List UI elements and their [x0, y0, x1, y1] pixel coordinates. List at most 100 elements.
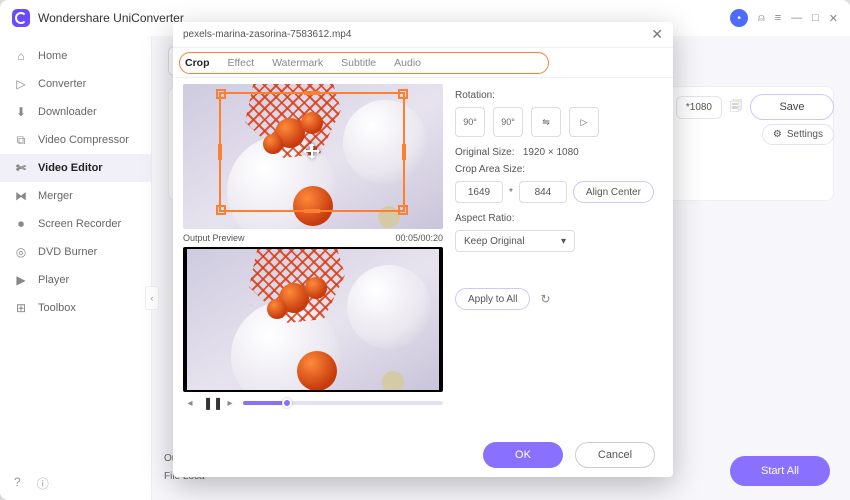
sidebar-item-label: Player [38, 274, 69, 286]
aspect-ratio-select[interactable]: Keep Original ▾ [455, 230, 575, 252]
crop-width-input[interactable] [455, 181, 503, 203]
dialog-filename: pexels-marina-zasorina-7583612.mp4 [183, 29, 351, 40]
source-preview[interactable] [183, 84, 443, 229]
help-icon[interactable]: ? [14, 475, 21, 492]
tab-effect[interactable]: Effect [228, 57, 255, 69]
headset-icon[interactable]: ⍝ [758, 12, 765, 25]
output-preview-label: Output Preview [183, 233, 245, 243]
sidebar-item-video-editor[interactable]: ✄ Video Editor [0, 154, 151, 182]
tab-watermark[interactable]: Watermark [272, 57, 323, 69]
home-icon: ⌂ [14, 49, 28, 63]
sidebar-item-label: Home [38, 50, 67, 62]
sidebar-item-label: DVD Burner [38, 246, 97, 258]
pause-button[interactable]: ❚❚ [203, 396, 217, 410]
dialog-body: Output Preview 00:05/00:20 ◂ ❚❚ ▸ [173, 78, 673, 433]
original-size-value: 1920 × 1080 [523, 147, 579, 158]
align-center-button[interactable]: Align Center [573, 181, 654, 203]
crop-height-input[interactable] [519, 181, 567, 203]
ok-button[interactable]: OK [483, 442, 563, 468]
sidebar-item-label: Downloader [38, 106, 97, 118]
dialog-tabs: Crop Effect Watermark Subtitle Audio [173, 48, 673, 78]
flip-horizontal-button[interactable]: ⇋ [531, 107, 561, 137]
sidebar-item-label: Video Compressor [38, 134, 129, 146]
rotation-label: Rotation: [455, 90, 663, 101]
merge-icon: ⧓ [14, 189, 28, 203]
gear-icon: ⚙ [773, 129, 782, 140]
preview-column: Output Preview 00:05/00:20 ◂ ❚❚ ▸ [183, 84, 443, 433]
sidebar-item-label: Video Editor [38, 162, 103, 174]
seek-knob[interactable] [282, 398, 292, 408]
window-maximize[interactable]: □ [812, 12, 819, 24]
window-close[interactable]: ✕ [829, 12, 838, 25]
sidebar-item-player[interactable]: ▶ Player [0, 266, 151, 294]
sidebar-item-home[interactable]: ⌂ Home [0, 42, 151, 70]
apply-to-all-button[interactable]: Apply to All [455, 288, 530, 310]
move-cursor-icon [302, 142, 322, 162]
window-minimize[interactable]: — [791, 12, 802, 24]
copy-icon[interactable]: 🗐 [730, 97, 742, 118]
chevron-down-icon: ▾ [561, 236, 566, 247]
seek-bar[interactable] [243, 401, 443, 405]
converter-icon: ▷ [14, 77, 28, 91]
file-card-right: *1080 🗐 Save ⚙Settings [676, 94, 834, 194]
prev-frame-button[interactable]: ◂ [183, 398, 197, 409]
original-size-row: Original Size: 1920 × 1080 [455, 147, 663, 158]
sidebar-item-converter[interactable]: ▷ Converter [0, 70, 151, 98]
record-icon: ⏺ [14, 217, 28, 231]
sidebar-item-label: Toolbox [38, 302, 76, 314]
dialog-close-button[interactable]: ✕ [651, 26, 663, 43]
app-window: Wondershare UniConverter • ⍝ ≡ — □ ✕ ⌂ Ho… [0, 0, 850, 500]
user-avatar-icon[interactable]: • [730, 9, 748, 27]
download-icon: ⬇ [14, 105, 28, 119]
app-logo-icon [12, 9, 30, 27]
sidebar-item-toolbox[interactable]: ⊞ Toolbox [0, 294, 151, 322]
apply-row: Apply to All ↻ [455, 288, 663, 310]
play-icon: ▶ [14, 273, 28, 287]
sidebar-item-label: Converter [38, 78, 86, 90]
timecode: 00:05/00:20 [395, 233, 443, 243]
sidebar: ⌂ Home ▷ Converter ⬇ Downloader ⧉ Video Comp… [0, 36, 152, 500]
save-button[interactable]: Save [750, 94, 834, 120]
sidebar-item-merger[interactable]: ⧓ Merger [0, 182, 151, 210]
crop-sep: * [509, 187, 513, 198]
dialog-header: pexels-marina-zasorina-7583612.mp4 ✕ [173, 22, 673, 48]
sidebar-footer: ? ⓘ [0, 475, 151, 492]
tab-subtitle[interactable]: Subtitle [341, 57, 376, 69]
dialog-footer: OK Cancel [173, 433, 673, 477]
reset-icon[interactable]: ↻ [540, 292, 550, 306]
controls-column: Rotation: 90° 90° ⇋ ▷ Original Size: 192… [455, 84, 663, 433]
sidebar-item-downloader[interactable]: ⬇ Downloader [0, 98, 151, 126]
menu-icon[interactable]: ≡ [775, 12, 781, 24]
rotate-right-button[interactable]: 90° [493, 107, 523, 137]
window-controls: • ⍝ ≡ — □ ✕ [730, 9, 838, 27]
settings-button[interactable]: ⚙Settings [762, 124, 834, 145]
output-dimensions[interactable]: *1080 [676, 96, 722, 119]
rotate-left-button[interactable]: 90° [455, 107, 485, 137]
preview-label-row: Output Preview 00:05/00:20 [183, 229, 443, 247]
tab-audio[interactable]: Audio [394, 57, 421, 69]
next-frame-button[interactable]: ▸ [223, 398, 237, 409]
output-preview [183, 247, 443, 392]
disc-icon: ◎ [14, 245, 28, 259]
flip-vertical-button[interactable]: ▷ [569, 107, 599, 137]
aspect-ratio-label: Aspect Ratio: [455, 213, 663, 224]
crop-area-label: Crop Area Size: [455, 164, 663, 175]
sidebar-item-label: Screen Recorder [38, 218, 121, 230]
scissors-icon: ✄ [14, 161, 28, 175]
tab-crop[interactable]: Crop [185, 57, 210, 69]
crop-dialog: pexels-marina-zasorina-7583612.mp4 ✕ Cro… [173, 22, 673, 477]
info-icon[interactable]: ⓘ [37, 475, 49, 492]
toolbox-icon: ⊞ [14, 301, 28, 315]
sidebar-item-dvd[interactable]: ◎ DVD Burner [0, 238, 151, 266]
sidebar-item-label: Merger [38, 190, 73, 202]
collapse-sidebar-button[interactable]: ‹ [145, 286, 159, 310]
start-all-button[interactable]: Start All [730, 456, 830, 486]
crop-rectangle[interactable] [219, 92, 405, 212]
sidebar-item-compressor[interactable]: ⧉ Video Compressor [0, 126, 151, 154]
app-title: Wondershare UniConverter [38, 11, 184, 25]
sidebar-item-recorder[interactable]: ⏺ Screen Recorder [0, 210, 151, 238]
cancel-button[interactable]: Cancel [575, 442, 655, 468]
crop-size-row: * Align Center [455, 181, 663, 203]
compress-icon: ⧉ [14, 133, 28, 147]
playback-controls: ◂ ❚❚ ▸ [183, 396, 443, 410]
